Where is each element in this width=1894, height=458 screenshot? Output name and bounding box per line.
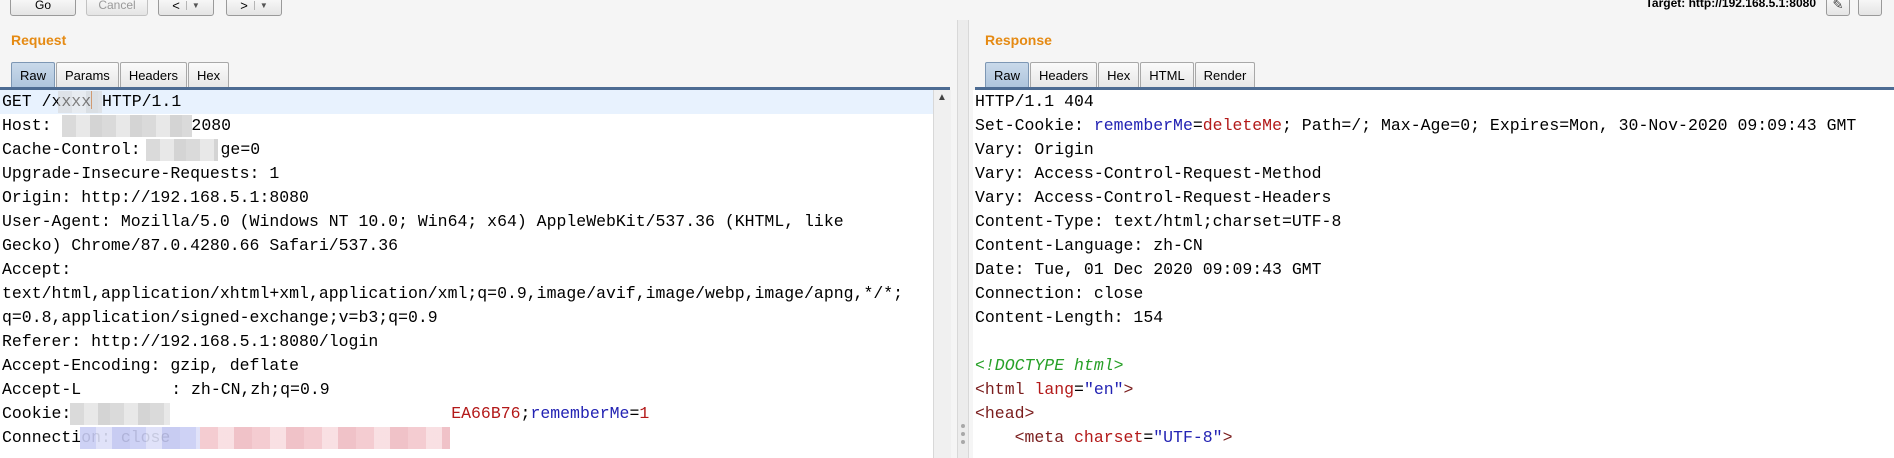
redaction-blur: [70, 403, 170, 425]
help-icon[interactable]: [1858, 0, 1882, 16]
response-tab-raw[interactable]: Raw: [985, 62, 1030, 88]
response-line: <head>: [975, 404, 1035, 423]
request-tab-params[interactable]: Params: [56, 62, 119, 88]
request-line: q=0.8,application/signed-exchange;v=b3;q…: [2, 308, 438, 327]
request-tabs: Raw Params Headers Hex: [11, 62, 230, 88]
splitter-grip-icon: [961, 440, 965, 444]
back-button[interactable]: < ▼: [158, 0, 214, 16]
response-line: Content-Type: text/html;charset=UTF-8: [975, 212, 1342, 231]
response-line: [973, 330, 1894, 354]
forward-dropdown-icon[interactable]: ▼: [253, 0, 268, 10]
request-editor[interactable]: GET /xxxx HTTP/1.1 Host: 2080 Cache-Cont…: [0, 90, 933, 458]
splitter-grip-icon: [961, 424, 965, 428]
request-line: Origin: http://192.168.5.1:8080: [2, 188, 309, 207]
redaction-blur: [200, 427, 450, 449]
request-line: Cache-Control: ge=0: [2, 140, 261, 159]
response-line: <meta charset="UTF-8">: [975, 428, 1233, 447]
splitter-grip-icon: [961, 432, 965, 436]
top-toolbar: Go Cancel < ▼ > ▼ Target: http://192.168…: [0, 0, 1894, 20]
response-tab-render[interactable]: Render: [1194, 62, 1256, 88]
response-line: Connection: close: [975, 284, 1144, 303]
pane-splitter[interactable]: [957, 20, 969, 458]
request-line: text/html,application/xhtml+xml,applicat…: [2, 284, 904, 303]
response-viewer[interactable]: HTTP/1.1 404 Set-Cookie: rememberMe=dele…: [973, 90, 1894, 458]
response-line: Date: Tue, 01 Dec 2020 09:09:43 GMT: [975, 260, 1322, 279]
request-scrollbar[interactable]: ▲: [933, 90, 951, 458]
response-line: Vary: Access-Control-Request-Headers: [975, 188, 1332, 207]
request-title: Request: [11, 32, 67, 48]
response-line: Set-Cookie: rememberMe=deleteMe; Path=/;…: [975, 116, 1857, 135]
go-button[interactable]: Go: [10, 0, 76, 16]
response-line: <!DOCTYPE html>: [975, 356, 1124, 375]
response-line: Vary: Access-Control-Request-Method: [975, 164, 1322, 183]
request-line: Gecko) Chrome/87.0.4280.66 Safari/537.36: [2, 236, 399, 255]
request-tab-hex[interactable]: Hex: [187, 62, 230, 88]
redaction-blur: [146, 139, 218, 161]
redaction-blur: [58, 91, 102, 113]
response-tab-html[interactable]: HTML: [1140, 62, 1194, 88]
response-tabs: Raw Headers Hex HTML Render: [985, 62, 1256, 88]
request-line: GET /xxxx HTTP/1.1: [0, 90, 933, 114]
edit-target-icon[interactable]: ✎: [1826, 0, 1850, 16]
request-line: Accept-Encoding: gzip, deflate: [2, 356, 300, 375]
request-line: User-Agent: Mozilla/5.0 (Windows NT 10.0…: [2, 212, 844, 231]
response-line: <html lang="en">: [975, 380, 1134, 399]
response-line: HTTP/1.1 404: [975, 92, 1094, 111]
request-tab-raw[interactable]: Raw: [11, 62, 56, 88]
redaction-blur: [62, 115, 192, 137]
back-arrow-icon: <: [172, 0, 180, 13]
response-title: Response: [985, 32, 1052, 48]
response-line: Content-Language: zh-CN: [975, 236, 1203, 255]
request-line: Accept-L: zh-CN,zh;q=0.9: [2, 380, 330, 399]
request-line: Referer: http://192.168.5.1:8080/login: [2, 332, 379, 351]
scroll-up-icon[interactable]: ▲: [937, 92, 947, 103]
response-tab-headers[interactable]: Headers: [1030, 62, 1098, 88]
forward-arrow-icon: >: [240, 0, 248, 13]
back-dropdown-icon[interactable]: ▼: [185, 0, 200, 10]
response-line: Content-Length: 154: [975, 308, 1164, 327]
response-tab-hex[interactable]: Hex: [1098, 62, 1140, 88]
target-label: Target: http://192.168.5.1:8080: [1645, 0, 1816, 10]
request-tab-headers[interactable]: Headers: [119, 62, 187, 88]
request-line: Accept:: [2, 260, 72, 279]
response-line: Vary: Origin: [975, 140, 1094, 159]
cancel-button[interactable]: Cancel: [86, 0, 148, 16]
forward-button[interactable]: > ▼: [226, 0, 282, 16]
redaction-blur: [80, 427, 200, 449]
request-line: Upgrade-Insecure-Requests: 1: [2, 164, 280, 183]
